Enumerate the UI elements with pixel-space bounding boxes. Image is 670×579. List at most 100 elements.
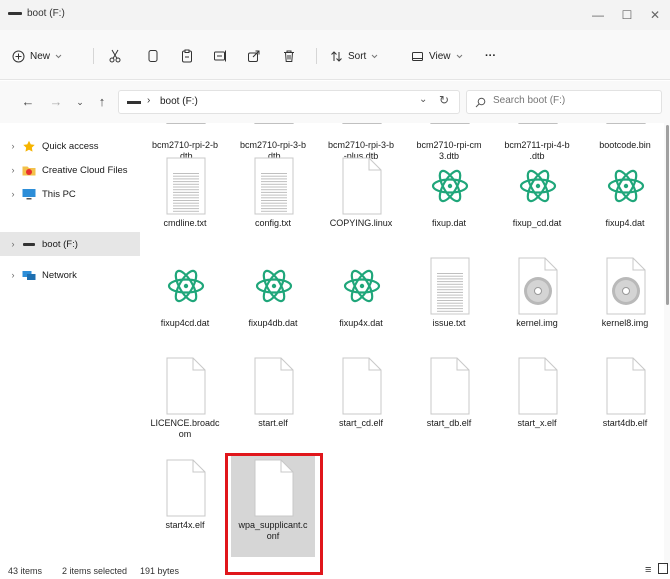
disc-image-icon [516,257,560,315]
sidebar-item-network[interactable]: › Network [0,263,140,287]
file-name-line: bcm2711-rpi-4-b [504,140,570,150]
file-icon [340,357,384,415]
sidebar-item-quick-access[interactable]: › Quick access [0,134,140,158]
new-button[interactable]: New [12,46,62,66]
monitor-icon [22,189,36,200]
file-name: start4db.elf [583,418,663,429]
share-button[interactable] [247,46,261,66]
file-item[interactable]: fixup4db.dat [231,251,315,355]
file-item[interactable]: start4x.elf [143,453,227,557]
minimize-button[interactable]: — [583,5,613,25]
file-name-line: start4x.elf [165,520,205,530]
file-item[interactable]: COPYING.linux [319,151,403,255]
scissors-icon [109,49,121,63]
file-name-line: fixup4cd.dat [160,318,210,328]
creative-cloud-folder-icon [22,166,36,176]
paste-button[interactable] [180,46,194,66]
file-name-line: kernel8.img [601,318,649,328]
expand-chevron-icon[interactable]: › [4,270,22,280]
file-item[interactable]: config.txt [231,151,315,255]
more-options-button[interactable]: ··· [485,46,496,66]
file-name: start4x.elf [143,520,227,531]
drive-icon [23,243,35,246]
sidebar-item-boot-drive[interactable]: › boot (F:) [0,232,140,256]
command-bar: New Sort View ··· [0,30,670,80]
file-name: kernel8.img [583,318,663,329]
selection-size: 191 bytes [140,566,180,576]
expand-chevron-icon[interactable]: › [4,239,22,249]
file-item[interactable]: kernel.img [495,251,579,355]
file-name-line: bootcode.bin [599,140,651,150]
up-arrow-icon[interactable]: ↑ [94,94,110,109]
file-name: start_db.elf [407,418,491,429]
rename-icon [214,50,226,62]
back-arrow-icon[interactable]: ← [20,94,36,109]
search-icon [475,97,486,108]
close-button[interactable]: ✕ [640,5,670,25]
recent-chevron-icon[interactable]: ⌄ [72,97,88,108]
maximize-button[interactable]: ☐ [612,5,642,25]
delete-button[interactable] [282,46,296,66]
refresh-icon[interactable]: ↻ [439,93,449,107]
file-item[interactable]: start.elf [231,351,315,455]
sort-button[interactable]: Sort [330,46,378,66]
sidebar-label: Quick access [42,140,99,152]
file-name-line: fixup_cd.dat [512,218,562,228]
file-name-line: fixup4x.dat [339,318,383,328]
trash-icon [284,50,294,62]
sidebar-item-creative-cloud[interactable]: › Creative Cloud Files [0,158,140,182]
chevron-down-icon [371,54,378,58]
selection-count: 2 items selected [62,566,128,576]
file-item[interactable]: start_x.elf [495,351,579,455]
expand-chevron-icon[interactable]: › [4,189,22,199]
file-item[interactable]: LICENCE.broadc om [143,351,227,455]
file-name-line: om [178,429,192,439]
file-item[interactable]: start_cd.elf [319,351,403,455]
file-item[interactable]: fixup.dat [407,151,491,255]
file-name: LICENCE.broadc om [143,418,227,440]
cut-button[interactable] [108,46,122,66]
file-name-line: bcm2710-rpi-3-b [239,140,307,150]
forward-arrow-icon[interactable]: → [48,94,64,109]
sidebar-label: This PC [42,188,76,200]
search-box[interactable] [466,90,662,114]
navigation-pane: › Quick access › Creative Cloud Files › … [0,123,142,563]
clipboard-icon [182,49,192,63]
view-icon [412,51,423,61]
details-view-icon[interactable]: ≡ [645,564,651,576]
file-item[interactable]: fixup_cd.dat [495,151,579,255]
file-name-line: fixup4db.dat [248,318,298,328]
view-button[interactable]: View [411,46,463,66]
plus-circle-icon [12,50,25,62]
file-item[interactable]: start4db.elf [583,351,663,455]
expand-chevron-icon[interactable]: › [4,165,22,175]
copy-button[interactable] [146,46,160,66]
file-item[interactable]: cmdline.txt [143,151,227,255]
scrollbar-thumb[interactable] [666,125,669,305]
chevron-down-icon [456,54,462,58]
file-name-line: issue.txt [432,318,466,328]
chevron-down-icon [55,54,62,58]
file-item[interactable]: start_db.elf [407,351,491,455]
file-item[interactable]: issue.txt [407,251,491,355]
breadcrumb-path[interactable]: boot (F:) [160,96,198,107]
text-file-icon [164,157,208,215]
address-bar[interactable]: › boot (F:) ⌄ ↻ [118,90,460,114]
file-item[interactable]: fixup4cd.dat [143,251,227,355]
file-item[interactable]: kernel8.img [583,251,663,355]
file-name-line: bcm2710-rpi-3-b [327,140,395,150]
sidebar-item-this-pc[interactable]: › This PC [0,182,140,206]
expand-chevron-icon[interactable]: › [4,141,22,151]
tiles-view-icon[interactable] [658,563,668,574]
address-dropdown-icon[interactable]: ⌄ [419,94,427,105]
search-input[interactable] [493,95,653,106]
file-name: start_cd.elf [319,418,403,429]
file-name: issue.txt [407,318,491,329]
network-icon [22,271,36,280]
file-item[interactable]: fixup4x.dat [319,251,403,355]
file-icon [340,157,384,215]
rename-button[interactable] [213,46,227,66]
file-list: bcm2710-rpi-2-b .dtb bcm2710-rpi-3-b .dtb bc… [143,123,663,566]
file-name-line: start_x.elf [517,418,557,428]
file-item[interactable]: fixup4.dat [583,151,663,255]
